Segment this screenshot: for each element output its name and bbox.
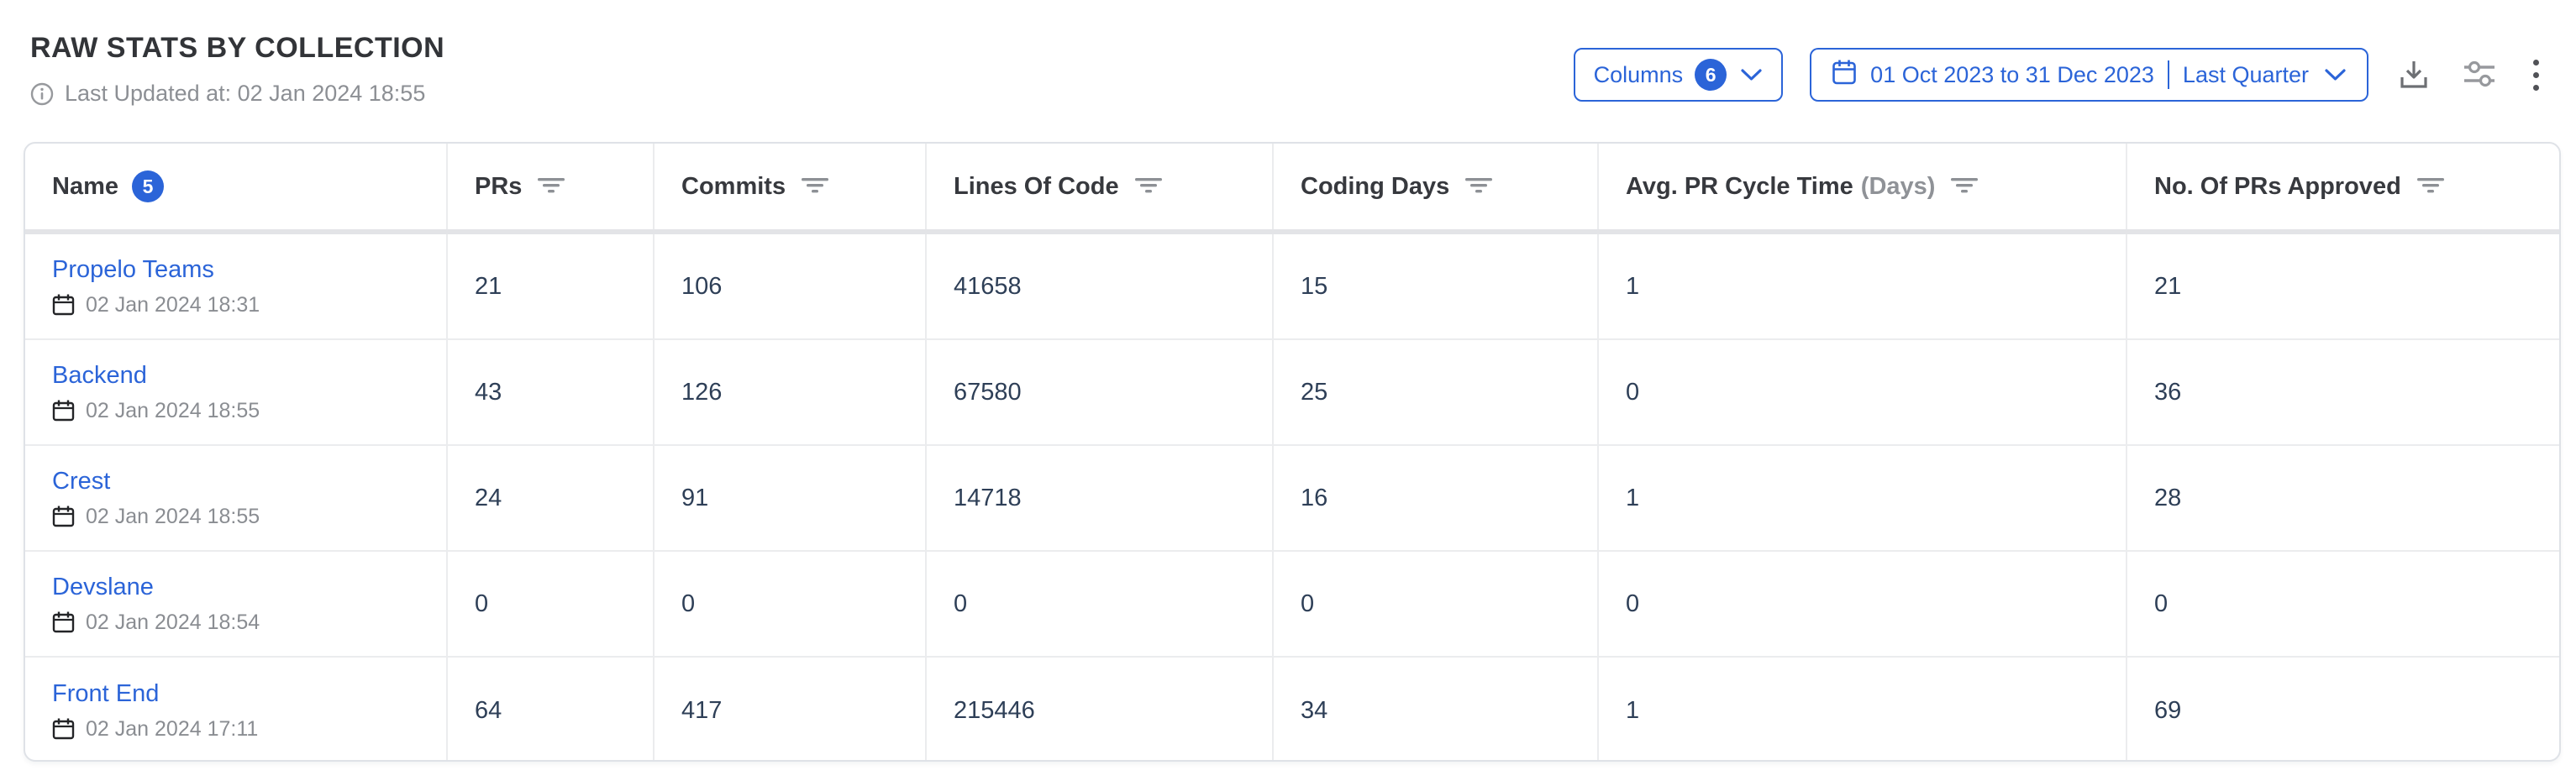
more-options-button[interactable] xyxy=(2526,56,2546,94)
commits-cell: 126 xyxy=(655,340,927,444)
raw-stats-page: RAW STATS BY COLLECTION Last Updated at:… xyxy=(0,0,2576,781)
table-row: Propelo Teams 02 Jan 2024 18:31 21 106 4… xyxy=(25,234,2559,340)
prs-approved-cell: 0 xyxy=(2127,552,2559,656)
table-row: Crest 02 Jan 2024 18:55 24 91 14718 16 1… xyxy=(25,446,2559,552)
avg-pr-cycle-cell: 1 xyxy=(1599,658,2127,762)
chevron-down-icon xyxy=(2324,62,2347,88)
prs-approved-cell: 28 xyxy=(2127,446,2559,550)
sliders-icon xyxy=(2463,59,2496,92)
table-row: Backend 02 Jan 2024 18:55 43 126 67580 2… xyxy=(25,340,2559,446)
filter-icon[interactable] xyxy=(801,173,829,201)
filter-icon[interactable] xyxy=(1134,173,1163,201)
columns-count-badge: 6 xyxy=(1695,59,1727,91)
name-count-badge: 5 xyxy=(132,170,164,202)
lines-of-code-cell: 14718 xyxy=(927,446,1274,550)
row-updated: 02 Jan 2024 18:31 xyxy=(52,293,260,317)
prs-cell: 21 xyxy=(448,234,655,338)
download-icon xyxy=(2399,58,2429,92)
last-updated-text: Last Updated at: 02 Jan 2024 18:55 xyxy=(65,81,425,107)
calendar-icon xyxy=(1832,59,1857,92)
col-header-avg-pr-cycle-time: Avg. PR Cycle Time (Days) xyxy=(1599,144,2127,229)
avg-pr-cycle-cell: 1 xyxy=(1599,234,2127,338)
col-header-coding-days: Coding Days xyxy=(1274,144,1599,229)
prs-cell: 24 xyxy=(448,446,655,550)
kebab-menu-icon xyxy=(2533,60,2539,66)
prs-approved-cell: 21 xyxy=(2127,234,2559,338)
coding-days-cell: 15 xyxy=(1274,234,1599,338)
coding-days-cell: 16 xyxy=(1274,446,1599,550)
settings-button[interactable] xyxy=(2459,55,2500,95)
col-header-lines-of-code: Lines Of Code xyxy=(927,144,1274,229)
name-cell: Backend 02 Jan 2024 18:55 xyxy=(25,340,448,444)
filter-icon[interactable] xyxy=(537,173,565,201)
lines-of-code-cell: 41658 xyxy=(927,234,1274,338)
row-updated: 02 Jan 2024 18:54 xyxy=(52,611,260,635)
avg-pr-cycle-cell: 1 xyxy=(1599,446,2127,550)
lines-of-code-cell: 0 xyxy=(927,552,1274,656)
download-button[interactable] xyxy=(2395,55,2432,96)
name-cell: Devslane 02 Jan 2024 18:54 xyxy=(25,552,448,656)
prs-cell: 0 xyxy=(448,552,655,656)
lines-of-code-cell: 67580 xyxy=(927,340,1274,444)
prs-approved-cell: 36 xyxy=(2127,340,2559,444)
coding-days-cell: 25 xyxy=(1274,340,1599,444)
commits-cell: 0 xyxy=(655,552,927,656)
calendar-icon xyxy=(52,293,75,317)
collection-link[interactable]: Crest xyxy=(52,468,110,495)
stats-table: Name 5 PRs Commits Lines Of Code Coding … xyxy=(24,142,2561,762)
prs-cell: 43 xyxy=(448,340,655,444)
col-header-commits: Commits xyxy=(655,144,927,229)
collection-link[interactable]: Front End xyxy=(52,680,159,708)
columns-button[interactable]: Columns 6 xyxy=(1574,48,1784,102)
filter-icon[interactable] xyxy=(1950,173,1979,201)
date-range-button[interactable]: 01 Oct 2023 to 31 Dec 2023 Last Quarter xyxy=(1810,48,2368,102)
col-header-prs-approved: No. Of PRs Approved xyxy=(2127,144,2559,229)
last-updated-row: Last Updated at: 02 Jan 2024 18:55 xyxy=(30,81,425,107)
filter-icon[interactable] xyxy=(1464,173,1493,201)
chevron-down-icon xyxy=(1740,62,1763,88)
commits-cell: 417 xyxy=(655,658,927,762)
prs-cell: 64 xyxy=(448,658,655,762)
info-icon xyxy=(30,82,54,106)
toolbar: Columns 6 01 Oct 2023 to 31 Dec 2023 Las… xyxy=(1574,48,2546,102)
table-header-row: Name 5 PRs Commits Lines Of Code Coding … xyxy=(25,144,2559,234)
name-cell: Front End 02 Jan 2024 17:11 xyxy=(25,658,448,762)
filter-icon[interactable] xyxy=(2416,173,2445,201)
collection-link[interactable]: Devslane xyxy=(52,574,154,601)
row-updated: 02 Jan 2024 18:55 xyxy=(52,505,260,529)
collection-link[interactable]: Propelo Teams xyxy=(52,256,214,284)
calendar-icon xyxy=(52,717,75,741)
calendar-icon xyxy=(52,399,75,422)
lines-of-code-cell: 215446 xyxy=(927,658,1274,762)
date-divider xyxy=(2168,60,2169,89)
date-preset-text: Last Quarter xyxy=(2183,64,2309,86)
name-cell: Propelo Teams 02 Jan 2024 18:31 xyxy=(25,234,448,338)
row-updated: 02 Jan 2024 17:11 xyxy=(52,717,258,742)
avg-pr-cycle-cell: 0 xyxy=(1599,552,2127,656)
date-range-text: 01 Oct 2023 to 31 Dec 2023 xyxy=(1870,64,2154,86)
columns-button-label: Columns xyxy=(1594,64,1684,86)
collection-link[interactable]: Backend xyxy=(52,362,147,390)
table-row: Front End 02 Jan 2024 17:11 64 417 21544… xyxy=(25,658,2559,762)
row-updated: 02 Jan 2024 18:55 xyxy=(52,399,260,423)
table-row: Devslane 02 Jan 2024 18:54 0 0 0 0 0 0 xyxy=(25,552,2559,658)
name-cell: Crest 02 Jan 2024 18:55 xyxy=(25,446,448,550)
commits-cell: 91 xyxy=(655,446,927,550)
col-header-name: Name 5 xyxy=(25,144,448,229)
calendar-icon xyxy=(52,505,75,528)
avg-pr-cycle-cell: 0 xyxy=(1599,340,2127,444)
page-title: RAW STATS BY COLLECTION xyxy=(30,32,444,65)
col-header-prs: PRs xyxy=(448,144,655,229)
prs-approved-cell: 69 xyxy=(2127,658,2559,762)
calendar-icon xyxy=(52,611,75,634)
commits-cell: 106 xyxy=(655,234,927,338)
coding-days-cell: 0 xyxy=(1274,552,1599,656)
coding-days-cell: 34 xyxy=(1274,658,1599,762)
